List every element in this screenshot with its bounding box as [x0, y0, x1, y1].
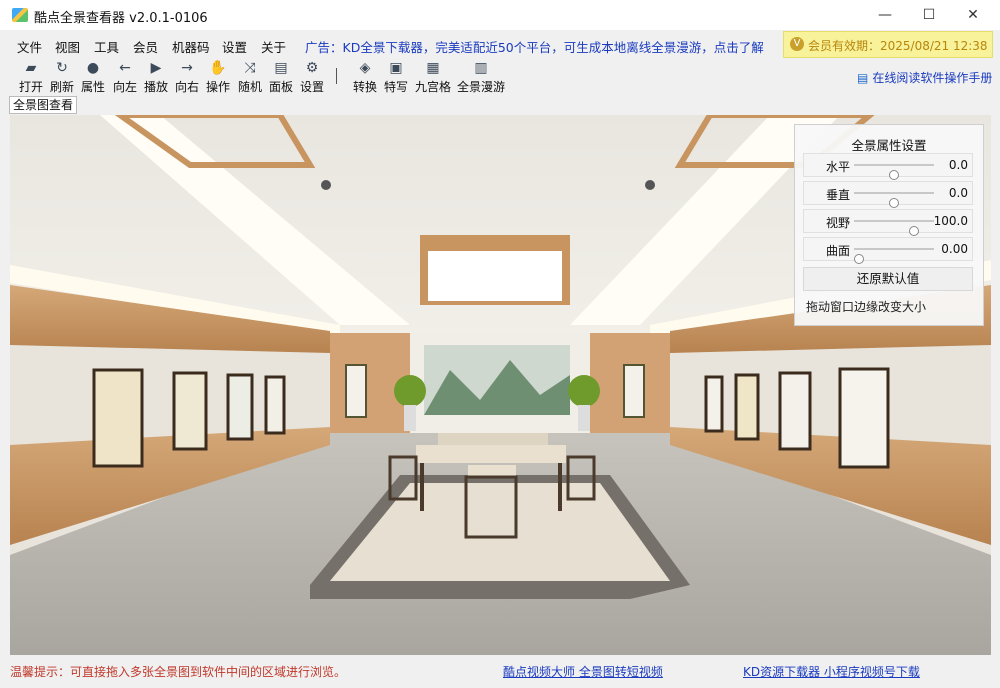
horizontal-slider[interactable]	[854, 164, 934, 180]
tab-panorama-view[interactable]: 全景图查看	[9, 96, 78, 114]
resource-downloader-link[interactable]: KD资源下载器 小程序视频号下载	[743, 663, 920, 680]
refresh-button[interactable]: ↻ 刷新	[49, 60, 75, 95]
operate-button[interactable]: ✋ 操作	[205, 60, 231, 95]
status-bar: 温馨提示：可直接拖入多张全景图到软件中间的区域进行浏览。 酷点视频大师 全景图转…	[0, 657, 1000, 688]
open-button[interactable]: ▰ 打开	[18, 60, 44, 95]
fov-slider[interactable]	[854, 220, 934, 236]
ad-link[interactable]: 广告：KD全景下载器，完美适配近50个平台，可生成本地离线全景漫游，点击了解	[305, 37, 764, 56]
menu-tools[interactable]: 工具	[94, 37, 119, 56]
cube-icon: ◈	[359, 60, 371, 76]
vip-icon: V	[790, 37, 804, 51]
closeup-button[interactable]: ▣ 特写	[383, 60, 409, 95]
menu-machine-code[interactable]: 机器码	[172, 37, 210, 56]
vertical-slider[interactable]	[854, 192, 934, 208]
settings-label: 设置	[299, 80, 324, 94]
settings-button[interactable]: ⚙ 设置	[299, 60, 325, 95]
vertical-value: 0.0	[948, 186, 968, 200]
resize-hint: 拖动窗口边缘改变大小	[806, 300, 927, 314]
curvature-slider[interactable]	[854, 248, 934, 264]
maximize-button[interactable]: ☐	[906, 0, 952, 30]
menu-member[interactable]: 会员	[133, 37, 158, 56]
vertical-row: 垂直 0.0	[803, 181, 973, 208]
panel-label: 面板	[268, 80, 293, 94]
horizontal-row: 水平 0.0	[803, 153, 973, 180]
minimize-button[interactable]: —	[862, 0, 908, 30]
online-manual-label: 在线阅读软件操作手册	[872, 71, 993, 85]
play-icon: ▶	[150, 60, 162, 76]
panorama-tour-label: 全景漫游	[456, 80, 505, 94]
random-label: 随机	[237, 80, 262, 94]
fov-slider-thumb[interactable]	[908, 226, 919, 236]
close-button[interactable]: ✕	[950, 0, 996, 30]
arrow-left-icon: ←	[119, 60, 131, 76]
curvature-row: 曲面 0.00	[803, 237, 973, 264]
folder-open-icon: ▰	[25, 60, 37, 76]
fov-row: 视野 100.0	[803, 209, 973, 236]
hand-icon: ✋	[209, 60, 227, 76]
nine-grid-button[interactable]: ▦ 九宫格	[414, 60, 452, 95]
vertical-slider-thumb[interactable]	[889, 198, 899, 208]
properties-button[interactable]: ● 属性	[80, 60, 106, 95]
window-title: 酷点全景查看器 v2.0.1-0106	[34, 11, 208, 26]
curvature-value: 0.00	[941, 242, 968, 256]
nine-grid-label: 九宫格	[414, 80, 451, 94]
reset-defaults-button[interactable]: 还原默认值	[803, 267, 973, 291]
vip-expiry-badge: V 会员有效期：2025/08/21 12:38	[783, 31, 993, 58]
menu-about[interactable]: 关于	[261, 37, 286, 56]
rotate-right-label: 向右	[174, 80, 199, 94]
rotate-left-label: 向左	[112, 80, 137, 94]
panorama-properties-panel: 全景属性设置 水平 0.0 垂直 0.0 视野 100.0 曲面 0.00 还原…	[794, 124, 984, 326]
gear-icon: ⚙	[305, 60, 319, 76]
convert-button[interactable]: ◈ 转换	[352, 60, 378, 95]
horizontal-label: 水平	[826, 160, 851, 174]
shuffle-icon: ⤨	[244, 60, 256, 76]
vip-expiry-text: 会员有效期：2025/08/21 12:38	[808, 39, 988, 53]
convert-label: 转换	[352, 80, 377, 94]
panorama-tour-button[interactable]: ▥ 全景漫游	[456, 60, 506, 95]
arrow-right-icon: →	[181, 60, 193, 76]
panel-title: 全景属性设置	[851, 138, 927, 153]
operate-label: 操作	[205, 80, 230, 94]
title-bar: 酷点全景查看器 v2.0.1-0106 — ☐ ✕	[0, 0, 1000, 31]
refresh-icon: ↻	[56, 60, 68, 76]
vertical-label: 垂直	[826, 188, 851, 202]
play-label: 播放	[143, 80, 168, 94]
closeup-label: 特写	[383, 80, 408, 94]
play-button[interactable]: ▶ 播放	[143, 60, 169, 95]
online-manual-link[interactable]: ▤ 在线阅读软件操作手册	[857, 69, 992, 86]
horizontal-slider-thumb[interactable]	[889, 170, 899, 180]
book-icon: ▤	[857, 71, 869, 85]
image-icon: ▣	[389, 60, 403, 76]
app-logo-icon	[12, 8, 28, 22]
panel-button[interactable]: ▤ 面板	[268, 60, 294, 95]
fov-value: 100.0	[933, 214, 968, 228]
toolbar: ▰ 打开 ↻ 刷新 ● 属性 ← 向左 ▶ 播放 → 向右 ✋ 操作 ⤨ 随机 …	[0, 58, 1000, 94]
curvature-label: 曲面	[826, 244, 851, 258]
panel-icon: ▤	[274, 60, 288, 76]
menu-file[interactable]: 文件	[17, 37, 42, 56]
curvature-slider-thumb[interactable]	[854, 254, 864, 264]
rotate-right-button[interactable]: → 向右	[174, 60, 200, 95]
random-button[interactable]: ⤨ 随机	[237, 60, 263, 95]
open-label: 打开	[18, 80, 43, 94]
video-master-link[interactable]: 酷点视频大师 全景图转短视频	[503, 663, 663, 680]
toolbar-separator	[336, 68, 337, 84]
rotate-left-button[interactable]: ← 向左	[112, 60, 138, 95]
refresh-label: 刷新	[49, 80, 74, 94]
fov-label: 视野	[826, 216, 851, 230]
grid-icon: ▦	[426, 60, 440, 76]
menu-view[interactable]: 视图	[55, 37, 80, 56]
menu-settings[interactable]: 设置	[222, 37, 247, 56]
info-icon: ●	[86, 60, 100, 76]
properties-label: 属性	[80, 80, 105, 94]
panorama-icon: ▥	[474, 60, 488, 76]
status-tip: 温馨提示：可直接拖入多张全景图到软件中间的区域进行浏览。	[10, 665, 347, 679]
horizontal-value: 0.0	[948, 158, 968, 172]
